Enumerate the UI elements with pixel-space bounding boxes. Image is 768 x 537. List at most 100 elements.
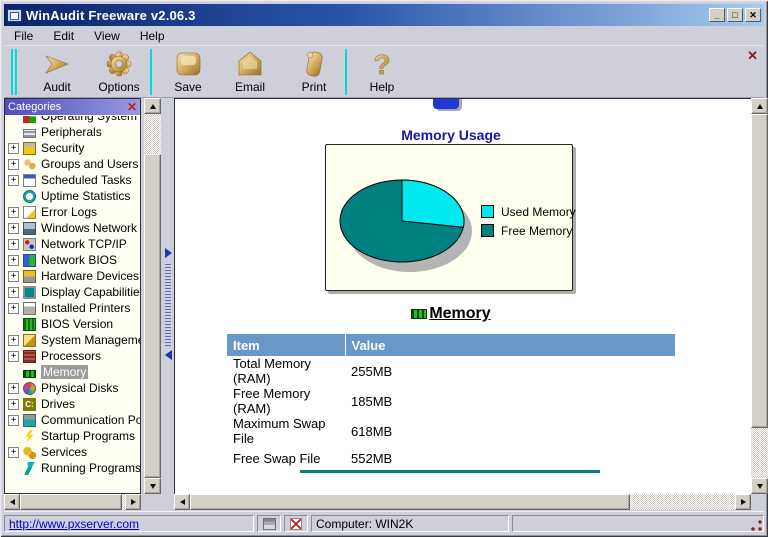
- sidebar-item-windows-network[interactable]: +Windows Network: [8, 220, 140, 236]
- error-logs-icon: [23, 206, 36, 219]
- expand-plus-icon[interactable]: +: [8, 383, 19, 394]
- title-bar[interactable]: WinAudit Freeware v2.06.3 _ □ ✕: [4, 4, 764, 26]
- sidebar-vertical-scrollbar[interactable]: [144, 98, 161, 494]
- expand-plus-icon[interactable]: +: [8, 335, 19, 346]
- scroll-right-button[interactable]: [735, 494, 751, 510]
- sidebar-item-running-programs[interactable]: Running Programs: [8, 460, 140, 476]
- sidebar-horizontal-scrollbar[interactable]: [4, 494, 141, 510]
- sidebar-item-security[interactable]: +Security: [8, 140, 140, 156]
- expand-plus-icon[interactable]: +: [8, 271, 19, 282]
- menu-edit[interactable]: Edit: [43, 28, 84, 44]
- audit-arrow-icon: [42, 48, 72, 80]
- physical-disks-icon: [23, 382, 36, 395]
- legend-label: Used Memory: [501, 205, 576, 219]
- expand-plus-icon[interactable]: +: [8, 223, 19, 234]
- toolbar-email-button[interactable]: Email: [221, 48, 279, 97]
- installed-printers-icon: [23, 302, 36, 315]
- splitter-collapse-icon[interactable]: [165, 350, 172, 360]
- sidebar-item-operating-system[interactable]: Operating System: [8, 116, 140, 124]
- expand-plus-icon[interactable]: +: [8, 351, 19, 362]
- expand-plus-icon[interactable]: +: [8, 399, 19, 410]
- scroll-up-button[interactable]: [144, 98, 161, 114]
- sidebar-item-peripherals[interactable]: Peripherals: [8, 124, 140, 140]
- sidebar-item-bios-version[interactable]: BIOS Version: [8, 316, 140, 332]
- scheduled-tasks-icon: [23, 174, 36, 187]
- expand-plus-icon[interactable]: +: [8, 447, 19, 458]
- content-horizontal-scrollbar[interactable]: [174, 494, 751, 510]
- toolbar-save-button[interactable]: Save: [159, 48, 217, 97]
- scroll-down-button[interactable]: [751, 478, 768, 494]
- sidebar-item-system-management[interactable]: +System Management: [8, 332, 140, 348]
- sidebar-item-display-capabilities[interactable]: +Display Capabilities: [8, 284, 140, 300]
- expand-plus-icon[interactable]: +: [8, 143, 19, 154]
- scroll-thumb[interactable]: [20, 494, 122, 510]
- sidebar-item-services[interactable]: + Services: [8, 444, 140, 460]
- expand-plus-icon[interactable]: +: [8, 287, 19, 298]
- sidebar-item-network-bios[interactable]: +Network BIOS: [8, 252, 140, 268]
- legend-swatch: [481, 224, 494, 237]
- expand-plus-icon[interactable]: +: [8, 415, 19, 426]
- scroll-right-button[interactable]: [125, 494, 141, 510]
- sidebar-item-label: Peripherals: [41, 125, 102, 139]
- sidebar-item-drives[interactable]: +Drives: [8, 396, 140, 412]
- memory-anchor-icon: [433, 98, 459, 109]
- sidebar-item-memory[interactable]: Memory: [8, 364, 140, 380]
- peripherals-icon: [23, 129, 36, 138]
- close-button[interactable]: ✕: [745, 8, 761, 22]
- communication-ports-icon: [23, 414, 36, 427]
- toolbar-grip: [11, 49, 13, 95]
- legend-label: Free Memory: [501, 224, 572, 238]
- sidebar-item-groups-and-users[interactable]: +Groups and Users: [8, 156, 140, 172]
- column-header-value: Value: [345, 334, 675, 356]
- sidebar-item-label: Services: [41, 445, 87, 459]
- menu-view[interactable]: View: [84, 28, 130, 44]
- scroll-thumb[interactable]: [144, 154, 161, 478]
- toolbar-button-label: Save: [174, 80, 201, 94]
- toolbar-help-button[interactable]: ? Help: [353, 48, 411, 97]
- sidebar-item-scheduled-tasks[interactable]: +Scheduled Tasks: [8, 172, 140, 188]
- categories-close-icon[interactable]: ✕: [127, 101, 137, 113]
- menu-help[interactable]: Help: [130, 28, 175, 44]
- scroll-up-button[interactable]: [751, 98, 768, 114]
- expand-plus-icon[interactable]: +: [8, 175, 19, 186]
- expand-plus-icon[interactable]: +: [8, 255, 19, 266]
- sidebar-item-network-tcp-ip[interactable]: +Network TCP/IP: [8, 236, 140, 252]
- resize-grip[interactable]: [751, 520, 762, 531]
- sidebar-item-error-logs[interactable]: +Error Logs: [8, 204, 140, 220]
- toolbar-audit-button[interactable]: Audit: [28, 48, 86, 97]
- expand-plus-icon[interactable]: +: [8, 303, 19, 314]
- toolbar-close-icon[interactable]: ✕: [747, 49, 758, 62]
- memory-chip-icon: [411, 309, 427, 319]
- splitter-expand-icon[interactable]: [165, 248, 172, 258]
- scroll-down-button[interactable]: [144, 478, 161, 494]
- minimize-button[interactable]: _: [709, 8, 725, 22]
- sidebar-item-startup-programs[interactable]: Startup Programs: [8, 428, 140, 444]
- bios-version-icon: [23, 318, 36, 331]
- sidebar-item-installed-printers[interactable]: +Installed Printers: [8, 300, 140, 316]
- expand-plus-icon[interactable]: +: [8, 159, 19, 170]
- sidebar-item-physical-disks[interactable]: + Physical Disks: [8, 380, 140, 396]
- sidebar-item-uptime-statistics[interactable]: Uptime Statistics: [8, 188, 140, 204]
- sidebar-splitter[interactable]: [163, 98, 174, 510]
- scroll-thumb[interactable]: [190, 494, 630, 510]
- splitter-grip[interactable]: [165, 264, 171, 346]
- scroll-thumb[interactable]: [751, 114, 768, 428]
- section-title: Memory: [429, 305, 490, 323]
- sidebar-item-communication-port[interactable]: +Communication Port: [8, 412, 140, 428]
- toolbar-options-button[interactable]: Options: [90, 48, 148, 97]
- svg-text:?: ?: [373, 49, 390, 79]
- menu-file[interactable]: File: [4, 28, 43, 44]
- content-vertical-scrollbar[interactable]: [751, 98, 768, 494]
- maximize-button[interactable]: □: [727, 8, 743, 22]
- expand-plus-icon[interactable]: +: [8, 207, 19, 218]
- scroll-left-button[interactable]: [174, 494, 190, 510]
- expand-plus-icon[interactable]: +: [8, 239, 19, 250]
- website-link[interactable]: http://www.pxserver.com: [9, 517, 139, 531]
- toolbar-print-button[interactable]: Print: [285, 48, 343, 97]
- scroll-left-button[interactable]: [4, 494, 20, 510]
- sidebar-item-hardware-devices[interactable]: +Hardware Devices: [8, 268, 140, 284]
- toolbar-button-label: Print: [302, 80, 327, 94]
- sidebar-item-label: Physical Disks: [41, 381, 118, 395]
- sidebar-item-processors[interactable]: +Processors: [8, 348, 140, 364]
- toolbar-grip: [15, 49, 17, 95]
